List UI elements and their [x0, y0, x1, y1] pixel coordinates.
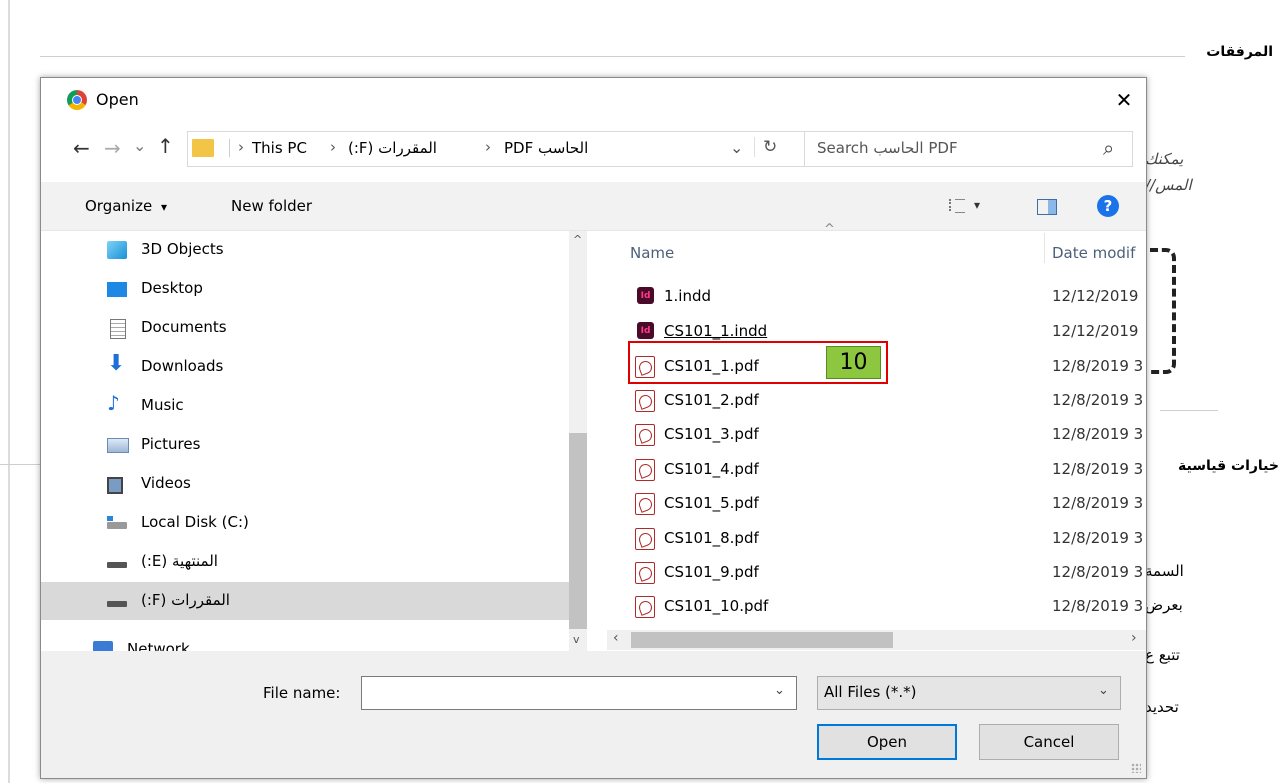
back-icon[interactable]: ← — [73, 136, 90, 160]
side-text-1: يمكنك — [1145, 150, 1184, 168]
file-type-dropdown-icon[interactable]: ⌄ — [1098, 683, 1109, 698]
close-button[interactable]: ✕ — [1109, 86, 1139, 114]
file-row[interactable]: CS101_8.pdf 12/8/2019 3 — [627, 522, 1147, 556]
scroll-down-icon[interactable]: v — [573, 633, 580, 646]
file-row[interactable]: CS101_10.pdf 12/8/2019 3 — [627, 590, 1147, 624]
hscrollbar-thumb[interactable] — [631, 632, 893, 648]
new-folder-button[interactable]: New folder — [231, 197, 312, 215]
desktop-icon — [107, 282, 127, 297]
search-input[interactable]: Search الحاسب PDF — [817, 139, 958, 157]
nav-scrollbar-thumb[interactable] — [569, 433, 587, 629]
sidebar-item-downloads[interactable]: ⬇ Downloads — [41, 348, 569, 386]
refresh-icon[interactable]: ↻ — [754, 137, 777, 157]
pdf-file-icon — [635, 459, 655, 481]
address-bar[interactable]: › This PC › المقررات (F:) › الحاسب PDF ⌄… — [187, 131, 806, 167]
file-row[interactable]: CS101_4.pdf 12/8/2019 3 — [627, 453, 1147, 487]
dialog-title: Open — [96, 90, 139, 109]
section-divider — [40, 56, 1185, 57]
navigation-pane: 3D Objects Desktop Documents ⬇ Downloads… — [41, 231, 587, 651]
pictures-icon — [107, 438, 129, 453]
indesign-file-icon: Id — [637, 287, 654, 304]
pdf-file-icon — [635, 424, 655, 446]
cube-icon — [107, 241, 127, 259]
search-icon: ⌕ — [1103, 136, 1115, 160]
recent-locations-icon[interactable]: ⌄ — [133, 136, 146, 155]
sidebar-item-network[interactable]: Network — [41, 631, 569, 651]
file-row[interactable]: CS101_3.pdf 12/8/2019 3 — [627, 418, 1147, 452]
side-text-2: المس// — [1145, 176, 1192, 194]
sidebar-item-documents[interactable]: Documents — [41, 309, 569, 347]
network-icon — [93, 641, 113, 651]
column-header-date[interactable]: Date modif — [1052, 244, 1135, 262]
forward-icon[interactable]: → — [104, 136, 121, 160]
nav-scrollbar[interactable]: ^ v — [569, 231, 587, 651]
scroll-up-icon[interactable]: ^ — [573, 233, 582, 246]
side-text-5: تتبع ع — [1145, 646, 1180, 664]
file-row[interactable]: Id 1.indd 12/12/2019 — [627, 280, 1147, 314]
bottom-panel: File name: ⌄ All Files (*.*) ⌄ Open Canc… — [41, 651, 1146, 778]
column-header-name[interactable]: Name — [630, 244, 674, 262]
search-box[interactable]: Search الحاسب PDF ⌕ — [804, 131, 1133, 167]
file-name-input[interactable]: ⌄ — [361, 676, 797, 710]
breadcrumb-this-pc[interactable]: This PC — [252, 139, 307, 157]
music-icon: ♪ — [107, 391, 120, 415]
folder-icon — [192, 139, 214, 157]
videos-icon — [107, 477, 123, 494]
breadcrumb-drive-f[interactable]: المقررات (F:) — [348, 139, 437, 157]
downloads-icon: ⬇ — [107, 351, 126, 376]
file-row[interactable]: CS101_9.pdf 12/8/2019 3 — [627, 556, 1147, 590]
chrome-icon — [67, 90, 87, 110]
attachments-heading: المرفقات — [1206, 44, 1273, 60]
open-button[interactable]: Open — [817, 724, 957, 760]
standard-options-heading: خيارات قياسية — [1178, 458, 1279, 474]
view-dropdown-icon[interactable]: ▾ — [974, 198, 980, 212]
file-list-hscrollbar[interactable]: ‹ › — [607, 630, 1146, 650]
view-options-icon[interactable] — [949, 197, 965, 213]
sidebar-item-drive-e[interactable]: المنتهية (E:) — [41, 543, 569, 581]
section-divider-2 — [1160, 410, 1218, 411]
sidebar-item-pictures[interactable]: Pictures — [41, 426, 569, 464]
address-dropdown-icon[interactable]: ⌄ — [730, 138, 743, 157]
documents-icon — [110, 319, 126, 339]
breadcrumb-pdf-folder[interactable]: الحاسب PDF — [504, 139, 588, 157]
file-row[interactable]: CS101_2.pdf 12/8/2019 3 — [627, 384, 1147, 418]
sort-ascending-icon: ^ — [824, 222, 835, 237]
up-icon[interactable]: ↑ — [157, 134, 174, 158]
sidebar-item-3d-objects[interactable]: 3D Objects — [41, 231, 569, 269]
pdf-file-icon — [635, 493, 655, 515]
side-text-6: تحديد — [1145, 698, 1179, 716]
sidebar-item-music[interactable]: ♪ Music — [41, 387, 569, 425]
page-left-border — [8, 0, 10, 783]
file-type-select[interactable]: All Files (*.*) ⌄ — [817, 676, 1121, 710]
sidebar-item-videos[interactable]: Videos — [41, 465, 569, 503]
side-text-4: بعرض — [1145, 596, 1183, 614]
pdf-file-icon — [635, 390, 655, 412]
organize-button[interactable]: Organize ▾ — [85, 197, 167, 215]
toolbar: Organize ▾ New folder ▾ ? — [41, 182, 1146, 231]
open-file-dialog: Open ✕ ← → ⌄ ↑ › This PC › المقررات (F:)… — [40, 77, 1147, 779]
drive-icon — [107, 562, 127, 568]
scroll-left-icon[interactable]: ‹ — [613, 630, 619, 646]
side-text-3: السمة — [1145, 562, 1184, 580]
close-icon: ✕ — [1115, 88, 1133, 112]
pdf-file-icon — [635, 596, 655, 618]
local-disk-icon — [107, 516, 127, 529]
file-row[interactable]: CS101_5.pdf 12/8/2019 3 — [627, 487, 1147, 521]
file-name-label: File name: — [263, 684, 341, 702]
file-name-dropdown-icon[interactable]: ⌄ — [774, 683, 785, 698]
pdf-file-icon — [635, 562, 655, 584]
scroll-right-icon[interactable]: › — [1131, 630, 1137, 646]
pdf-file-icon — [635, 528, 655, 550]
resize-grip-icon[interactable] — [1131, 763, 1141, 773]
sidebar-item-local-disk[interactable]: Local Disk (C:) — [41, 504, 569, 542]
drive-icon — [107, 601, 127, 607]
step-number-badge: 10 — [826, 346, 881, 379]
cancel-button[interactable]: Cancel — [979, 724, 1119, 760]
preview-pane-icon[interactable] — [1037, 199, 1057, 215]
help-icon[interactable]: ? — [1097, 195, 1119, 217]
indesign-file-icon: Id — [637, 322, 654, 339]
sidebar-item-desktop[interactable]: Desktop — [41, 270, 569, 308]
dashed-bracket — [1150, 248, 1176, 374]
sidebar-item-drive-f[interactable]: المقررات (F:) — [41, 582, 569, 620]
